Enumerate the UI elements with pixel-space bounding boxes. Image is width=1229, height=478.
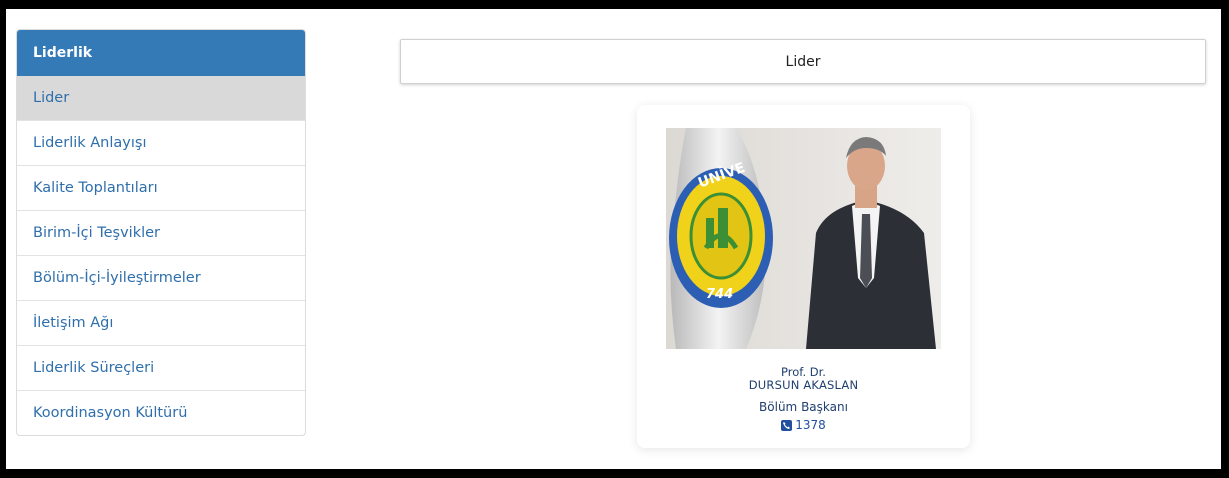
sidebar-item-iletisim-agi[interactable]: İletişim Ağı: [17, 300, 305, 345]
profile-name: DURSUN AKASLAN: [748, 378, 859, 392]
sidebar-list: Lider Liderlik Anlayışı Kalite Toplantıl…: [17, 76, 305, 435]
sidebar-header: Liderlik: [17, 30, 305, 76]
sidebar-item-birim-ici-tesvikler[interactable]: Birim-İçi Teşvikler: [17, 210, 305, 255]
sidebar-item-kalite-toplantilari[interactable]: Kalite Toplantıları: [17, 165, 305, 210]
profile-role: Bölüm Başkanı: [759, 400, 848, 414]
profile-card: UNİVE 744 Prof. Dr. DURSUN AKASLAN Bölüm…: [637, 105, 970, 448]
sidebar: Liderlik Lider Liderlik Anlayışı Kalite …: [16, 29, 306, 436]
portrait-photo: UNİVE 744: [666, 128, 941, 349]
sidebar-item-lider[interactable]: Lider: [17, 76, 305, 120]
phone-icon: [781, 419, 793, 431]
profile-info: Prof. Dr. DURSUN AKASLAN Bölüm Başkanı 1…: [637, 366, 970, 433]
svg-text:744: 744: [706, 287, 733, 302]
sidebar-item-bolum-ici-iyilestirmeler[interactable]: Bölüm-İçi-İyileştirmeler: [17, 255, 305, 300]
profile-phone[interactable]: 1378: [637, 418, 970, 432]
sidebar-item-liderlik-anlayisi[interactable]: Liderlik Anlayışı: [17, 120, 305, 165]
sidebar-item-liderlik-surecleri[interactable]: Liderlik Süreçleri: [17, 345, 305, 390]
sidebar-item-koordinasyon-kulturu[interactable]: Koordinasyon Kültürü: [17, 390, 305, 435]
phone-number: 1378: [795, 418, 826, 432]
panel-title: Lider: [400, 39, 1206, 84]
